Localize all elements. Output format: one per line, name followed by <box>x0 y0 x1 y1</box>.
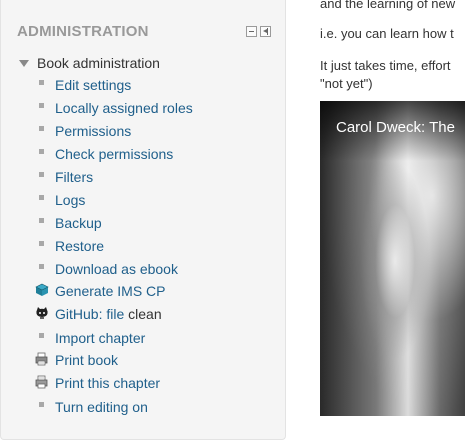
embedded-video[interactable]: Carol Dweck: The <box>320 101 465 416</box>
admin-item-label[interactable]: Print book <box>55 352 118 368</box>
admin-item-label[interactable]: Restore <box>55 238 104 254</box>
bullet-icon <box>39 80 44 85</box>
bullet-icon <box>39 195 44 200</box>
admin-item-label[interactable]: Check permissions <box>55 146 173 162</box>
dock-block-icon[interactable] <box>260 26 271 37</box>
admin-item-label[interactable]: Logs <box>55 192 85 208</box>
bullet-icon <box>39 103 44 108</box>
bullet-icon <box>39 126 44 131</box>
bullet-icon <box>39 264 44 269</box>
book-administration-node[interactable]: Book administration <box>19 54 160 72</box>
bullet-icon <box>39 241 44 246</box>
admin-item-label[interactable]: Generate IMS CP <box>55 283 166 299</box>
admin-item-label[interactable]: Turn editing on <box>55 399 148 415</box>
github-clean-text: clean <box>128 306 162 322</box>
video-title: Carol Dweck: The <box>336 119 455 136</box>
admin-item-label[interactable]: Print this chapter <box>55 375 160 391</box>
bullet-icon <box>39 218 44 223</box>
admin-item-label[interactable]: Locally assigned roles <box>55 100 193 116</box>
admin-item-label[interactable]: Filters <box>55 169 93 185</box>
bullet-icon <box>39 149 44 154</box>
content-text-line: It just takes time, effort <box>320 58 451 73</box>
admin-item-label[interactable]: Import chapter <box>55 330 145 346</box>
github-label[interactable]: GitHub: file clean <box>55 306 162 322</box>
bullet-icon <box>39 172 44 177</box>
content-text-line: i.e. you can learn how t <box>320 26 454 41</box>
admin-item-label[interactable]: Edit settings <box>55 77 131 93</box>
hide-block-icon[interactable] <box>246 26 257 37</box>
print-chapter-icon <box>35 375 48 389</box>
ims-cp-icon <box>35 283 49 296</box>
content-text-line: "not yet") <box>320 76 373 91</box>
bullet-icon <box>39 402 44 407</box>
content-text-line: and the learning of new <box>320 0 456 11</box>
block-title: ADMINISTRATION <box>17 23 149 40</box>
print-book-icon <box>35 352 48 366</box>
github-icon <box>36 307 48 319</box>
admin-item-label[interactable]: Backup <box>55 215 102 231</box>
book-administration-label: Book administration <box>37 55 160 71</box>
admin-item-label[interactable]: Permissions <box>55 123 131 139</box>
admin-item-label[interactable]: Download as ebook <box>55 261 178 277</box>
bullet-icon <box>39 333 44 338</box>
github-file-link[interactable]: GitHub: file <box>55 306 124 322</box>
administration-block: ADMINISTRATION Book administration Edit … <box>0 0 286 440</box>
expanded-triangle-icon <box>19 60 29 67</box>
